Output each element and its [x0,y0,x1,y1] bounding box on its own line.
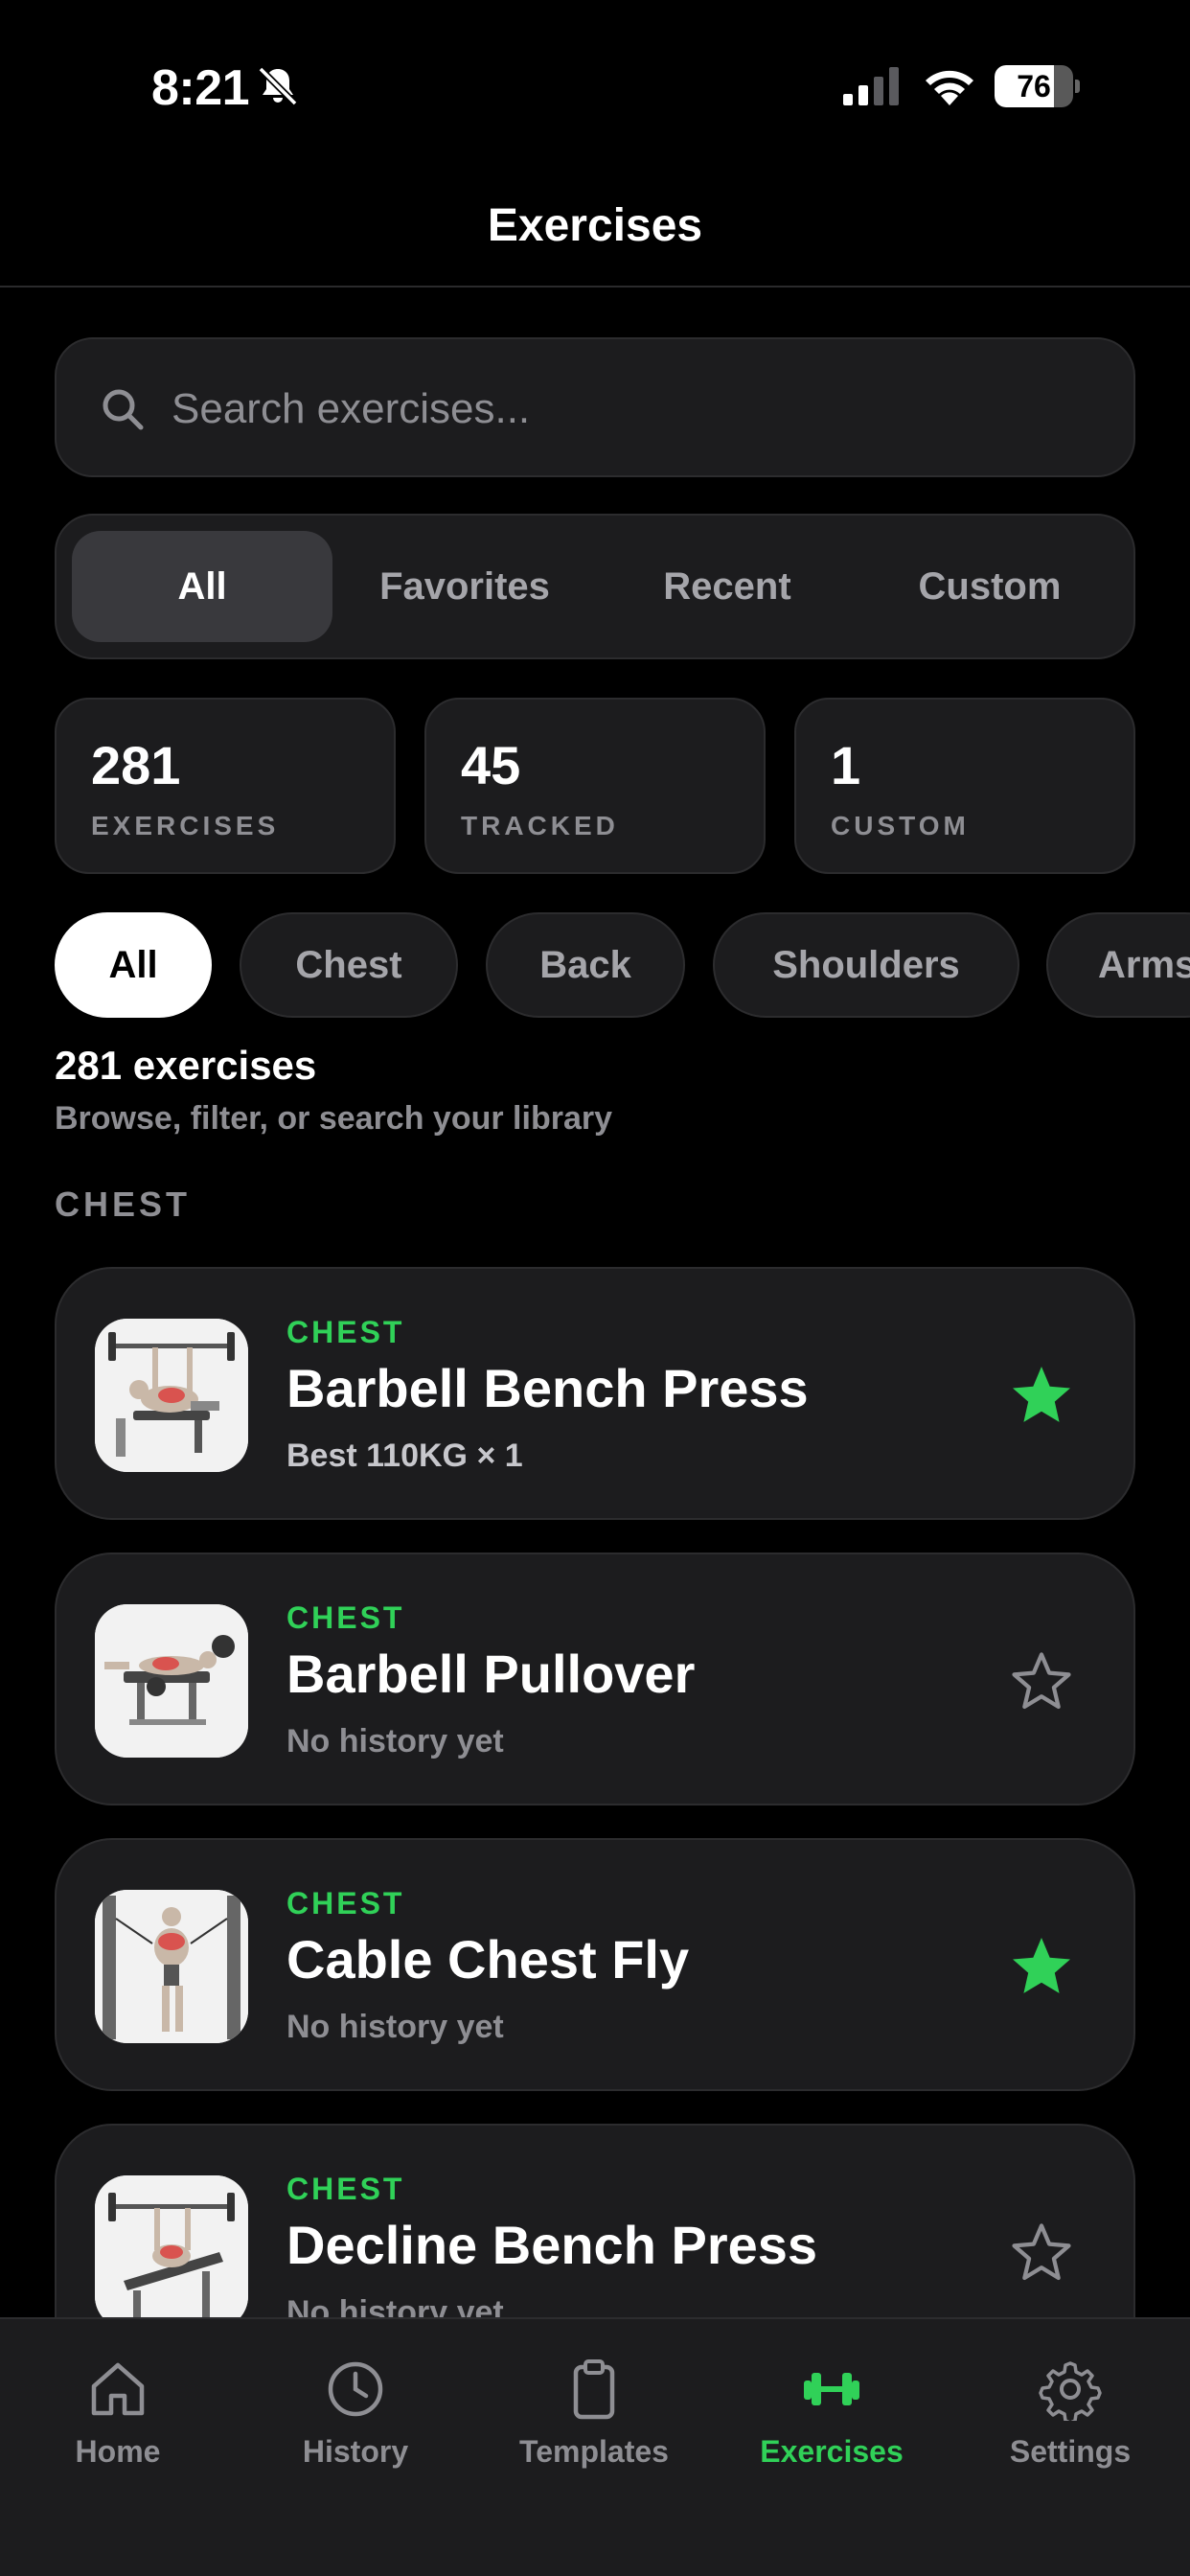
bench-press-image [95,1319,248,1472]
dumbbell-icon [804,2373,859,2405]
tab-history[interactable]: History [260,2358,451,2492]
star-outline-icon[interactable] [1007,2218,1076,2287]
pullover-image [95,1604,248,1758]
exercise-name: Decline Bench Press [286,2215,818,2275]
exercise-list: CHEST Barbell Bench Press Best 110KG × 1 [0,0,1190,2317]
cable-fly-image [95,1890,248,2043]
exercise-best: No history yet [286,2294,504,2317]
tab-bar: Home History Templates Exercises Setting… [0,2317,1190,2576]
tab-label: Exercises [760,2434,904,2469]
tab-settings[interactable]: Settings [974,2358,1166,2492]
tab-templates[interactable]: Templates [498,2358,690,2492]
tab-label: Settings [1009,2434,1132,2469]
exercise-card[interactable]: CHEST Barbell Pullover No history yet [55,1552,1135,1806]
clock-icon [328,2361,383,2417]
exercise-category: CHEST [286,1600,405,1635]
clipboard-icon [573,2359,615,2420]
exercise-card[interactable]: CHEST Cable Chest Fly No history yet [55,1838,1135,2091]
exercise-category: CHEST [286,1315,405,1349]
exercise-name: Cable Chest Fly [286,1929,690,1990]
exercise-best: No history yet [286,1723,504,1760]
exercise-card[interactable]: CHEST Barbell Bench Press Best 110KG × 1 [55,1267,1135,1520]
gear-icon [1039,2361,1102,2421]
exercise-name: Barbell Pullover [286,1644,696,1704]
tab-home[interactable]: Home [22,2358,214,2492]
decline-press-image [95,2175,248,2317]
exercise-category: CHEST [286,2172,405,2206]
tab-label: History [302,2434,409,2469]
exercise-category: CHEST [286,1886,405,1920]
star-filled-icon[interactable] [1007,1361,1076,1430]
tab-exercises[interactable]: Exercises [736,2358,927,2492]
star-outline-icon[interactable] [1007,1646,1076,1715]
exercise-card[interactable]: CHEST Decline Bench Press No history yet [55,2124,1135,2317]
tab-label: Templates [519,2434,669,2469]
home-icon [91,2362,145,2416]
star-filled-icon[interactable] [1007,1932,1076,2001]
exercise-best: No history yet [286,2009,504,2045]
exercise-best: Best 110KG × 1 [286,1438,523,1474]
exercises-screen: 8:21 76 Exercises Search exercises... Al… [0,0,1190,2576]
tab-label: Home [75,2434,161,2469]
exercise-name: Barbell Bench Press [286,1358,809,1418]
